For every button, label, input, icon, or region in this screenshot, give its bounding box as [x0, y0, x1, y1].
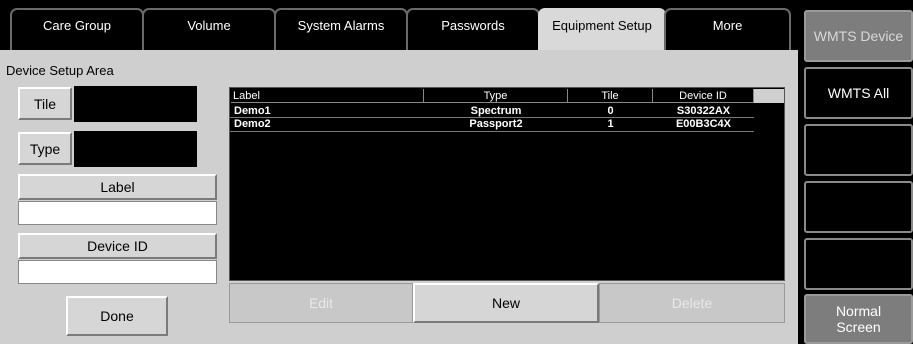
type-field[interactable] — [74, 131, 197, 167]
label-input[interactable] — [18, 201, 217, 225]
tab-bar: Care Group Volume System Alarms Password… — [0, 0, 798, 52]
tab-care-group[interactable]: Care Group — [10, 8, 144, 50]
done-button[interactable]: Done — [66, 296, 168, 336]
new-button[interactable]: New — [413, 283, 599, 323]
tab-system-alarms[interactable]: System Alarms — [274, 8, 408, 50]
label-button[interactable]: Label — [18, 174, 217, 200]
wmts-all-button[interactable]: WMTS All — [804, 67, 913, 119]
tab-equipment-setup[interactable]: Equipment Setup — [538, 8, 666, 52]
cell-tile: 0 — [607, 105, 614, 117]
device-id-button[interactable]: Device ID — [18, 233, 217, 259]
header-filler — [754, 89, 784, 103]
tab-volume[interactable]: Volume — [142, 8, 276, 50]
row-divider — [230, 131, 754, 132]
cell-device-id: E00B3C4X — [675, 118, 732, 130]
tab-more[interactable]: More — [664, 8, 791, 50]
cell-type: Spectrum — [470, 105, 522, 117]
edit-button[interactable]: Edit — [229, 283, 413, 323]
table-row[interactable]: Demo2 Passport2 1 E00B3C4X — [230, 117, 754, 130]
sidebar-blank-button-2[interactable] — [804, 181, 913, 233]
device-setup-area-title: Device Setup Area — [6, 63, 114, 78]
cell-type: Passport2 — [469, 118, 523, 130]
sidebar-blank-button-1[interactable] — [804, 124, 913, 176]
tile-field[interactable] — [74, 86, 197, 122]
device-setup-panel: Device Setup Area Tile Type Label Device… — [0, 50, 798, 344]
column-header-type[interactable]: Type — [424, 89, 568, 103]
right-sidebar: WMTS Device WMTS All Normal Screen — [798, 0, 913, 344]
cell-device-id: S30322AX — [676, 105, 731, 117]
delete-button[interactable]: Delete — [599, 283, 785, 323]
cell-tile: 1 — [607, 118, 614, 130]
normal-screen-button[interactable]: Normal Screen — [804, 294, 913, 344]
device-id-input[interactable] — [18, 260, 217, 284]
column-header-label[interactable]: Label — [231, 89, 424, 103]
table-row[interactable]: Demo1 Spectrum 0 S30322AX — [230, 104, 754, 117]
device-table: Label Type Tile Device ID Demo1 Spectrum… — [229, 87, 785, 281]
type-button[interactable]: Type — [18, 132, 72, 165]
wmts-device-button[interactable]: WMTS Device — [804, 10, 913, 62]
tile-button[interactable]: Tile — [18, 87, 72, 120]
column-header-tile[interactable]: Tile — [568, 89, 653, 103]
sidebar-blank-button-3[interactable] — [804, 238, 913, 290]
column-header-device-id[interactable]: Device ID — [653, 89, 754, 103]
cell-label: Demo2 — [234, 118, 271, 130]
tab-passwords[interactable]: Passwords — [406, 8, 540, 50]
cell-label: Demo1 — [234, 105, 271, 117]
